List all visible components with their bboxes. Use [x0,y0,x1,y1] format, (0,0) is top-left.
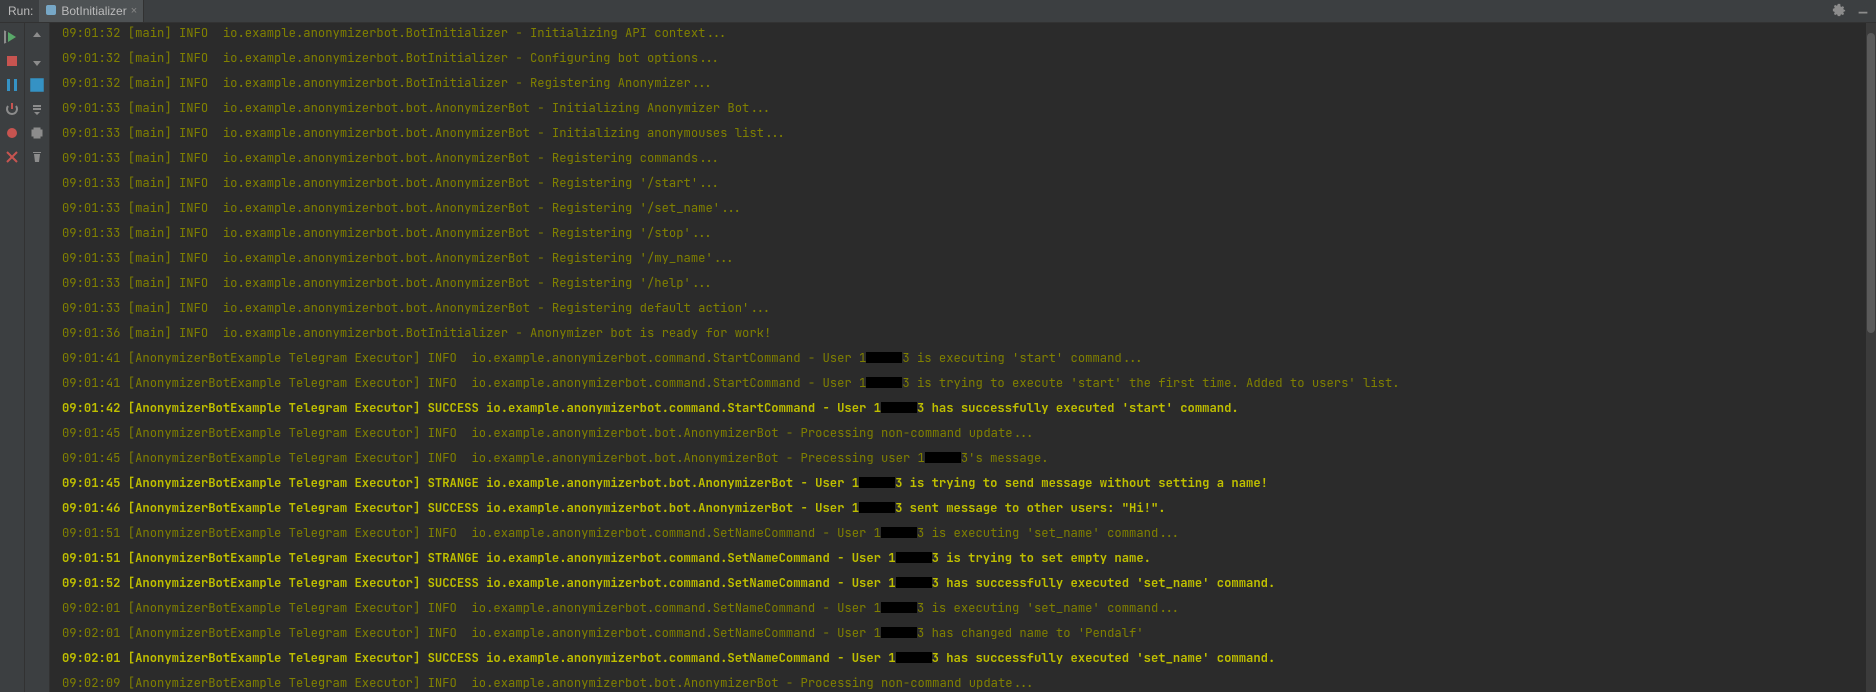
redacted-segment [881,402,917,413]
log-line: 09:01:33 [main] INFO io.example.anonymiz… [62,252,1862,265]
log-line: 09:01:45 [AnonymizerBotExample Telegram … [62,477,1862,490]
log-line: 09:01:33 [main] INFO io.example.anonymiz… [62,177,1862,190]
log-line: 09:01:41 [AnonymizerBotExample Telegram … [62,352,1862,365]
log-line: 09:01:41 [AnonymizerBotExample Telegram … [62,377,1862,390]
tab-label: BotInitializer [61,4,126,18]
arrow-up-icon[interactable] [29,29,45,45]
log-line: 09:01:51 [AnonymizerBotExample Telegram … [62,552,1862,565]
redacted-segment [859,502,895,513]
log-line: 09:01:45 [AnonymizerBotExample Telegram … [62,452,1862,465]
log-line: 09:01:33 [main] INFO io.example.anonymiz… [62,302,1862,315]
redacted-segment [881,627,917,638]
redacted-segment [866,352,902,363]
scrollbar-thumb[interactable] [1867,33,1875,333]
run-toolbar-primary [0,23,25,692]
print-icon[interactable] [29,125,45,141]
softwrap-icon[interactable] [29,77,45,93]
log-line: 09:01:33 [main] INFO io.example.anonymiz… [62,152,1862,165]
run-panel-label: Run: [2,4,39,18]
redacted-segment [866,377,902,388]
gear-icon[interactable] [1832,3,1846,20]
stop-icon[interactable] [4,53,20,69]
redacted-segment [896,652,932,663]
log-line: 09:01:33 [main] INFO io.example.anonymiz… [62,227,1862,240]
log-line: 09:01:33 [main] INFO io.example.anonymiz… [62,277,1862,290]
run-toolbar-secondary [25,23,50,692]
close-tab-icon[interactable]: × [131,5,137,17]
log-line: 09:01:32 [main] INFO io.example.anonymiz… [62,77,1862,90]
exit-icon[interactable] [4,101,20,117]
close-icon[interactable] [4,149,20,165]
minimize-icon[interactable] [1856,3,1870,20]
log-line: 09:01:52 [AnonymizerBotExample Telegram … [62,577,1862,590]
scroll-to-end-icon[interactable] [29,101,45,117]
run-tab-bar: Run: BotInitializer × [0,0,1876,23]
log-line: 09:01:46 [AnonymizerBotExample Telegram … [62,502,1862,515]
log-line: 09:02:01 [AnonymizerBotExample Telegram … [62,652,1862,665]
log-line: 09:01:36 [main] INFO io.example.anonymiz… [62,327,1862,340]
log-line: 09:01:51 [AnonymizerBotExample Telegram … [62,527,1862,540]
application-icon [45,4,57,19]
log-line: 09:01:33 [main] INFO io.example.anonymiz… [62,102,1862,115]
redacted-segment [881,602,917,613]
rerun-icon[interactable] [4,29,20,45]
console-output[interactable]: 09:01:32 [main] INFO io.example.anonymiz… [50,23,1866,692]
log-line: 09:01:33 [main] INFO io.example.anonymiz… [62,202,1862,215]
arrow-down-icon[interactable] [29,53,45,69]
redacted-segment [896,552,932,563]
log-line: 09:02:09 [AnonymizerBotExample Telegram … [62,677,1862,690]
redacted-segment [925,452,961,463]
breakpoint-mute-icon[interactable] [4,125,20,141]
log-line: 09:02:01 [AnonymizerBotExample Telegram … [62,627,1862,640]
redacted-segment [881,527,917,538]
redacted-segment [896,577,932,588]
log-line: 09:01:32 [main] INFO io.example.anonymiz… [62,27,1862,40]
log-line: 09:01:32 [main] INFO io.example.anonymiz… [62,52,1862,65]
trash-icon[interactable] [29,149,45,165]
log-line: 09:01:42 [AnonymizerBotExample Telegram … [62,402,1862,415]
redacted-segment [859,477,895,488]
log-line: 09:01:33 [main] INFO io.example.anonymiz… [62,127,1862,140]
log-line: 09:01:45 [AnonymizerBotExample Telegram … [62,427,1862,440]
tab-botinitializer[interactable]: BotInitializer × [39,0,144,22]
vertical-scrollbar[interactable] [1866,23,1876,692]
pause-icon[interactable] [4,77,20,93]
log-line: 09:02:01 [AnonymizerBotExample Telegram … [62,602,1862,615]
